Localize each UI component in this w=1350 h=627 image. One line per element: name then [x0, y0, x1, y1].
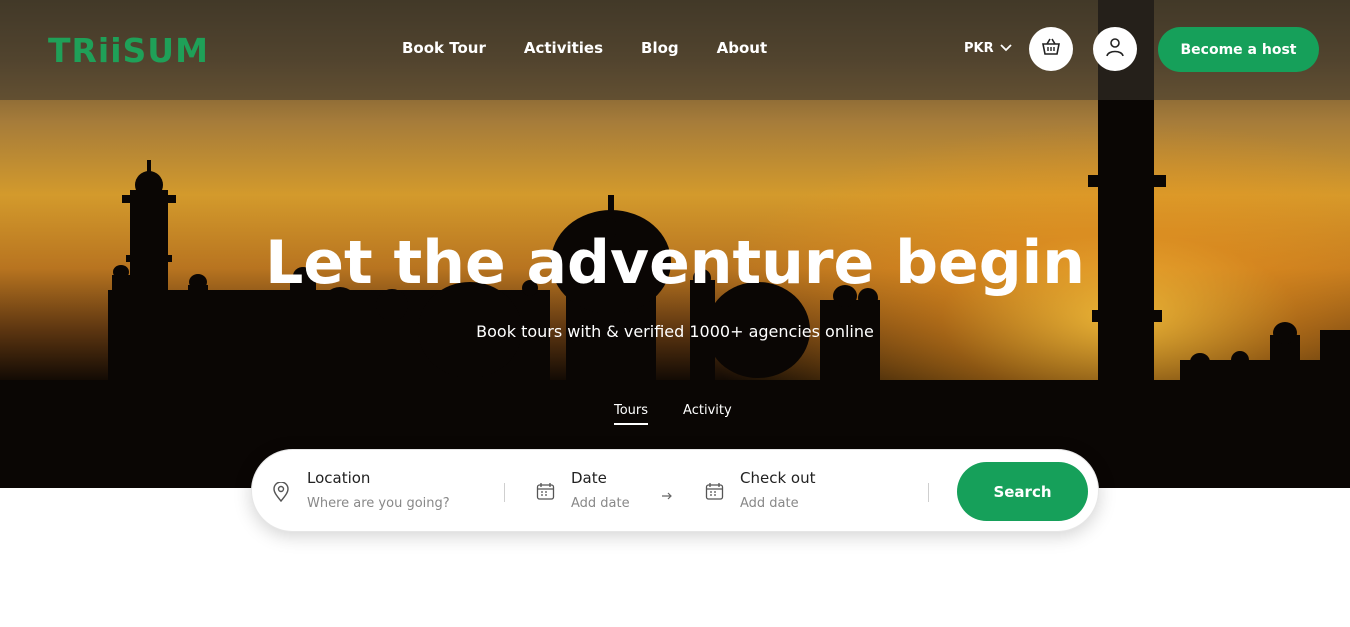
field-divider [504, 483, 505, 502]
search-bar: Location Where are you going? Date Add d… [251, 449, 1099, 532]
location-input[interactable]: Where are you going? [307, 496, 450, 511]
nav-link-about[interactable]: About [717, 39, 768, 57]
become-host-button[interactable]: Become a host [1158, 27, 1319, 72]
brand-logo[interactable]: TRiiSUM [48, 31, 209, 70]
currency-selector[interactable]: PKR [964, 41, 1012, 56]
checkout-label: Check out [740, 469, 816, 487]
hero-subline: Book tours with & verified 1000+ agencie… [476, 322, 874, 341]
currency-label: PKR [964, 41, 994, 56]
cart-button[interactable] [1029, 27, 1073, 71]
basket-icon [1040, 36, 1062, 62]
tab-tours[interactable]: Tours [614, 403, 649, 425]
user-icon [1104, 36, 1126, 62]
checkout-input[interactable]: Add date [740, 496, 799, 511]
nav-link-blog[interactable]: Blog [641, 39, 679, 57]
date-input[interactable]: Add date [571, 496, 630, 511]
search-tabs: Tours Activity [614, 403, 732, 425]
nav-link-activities[interactable]: Activities [524, 39, 603, 57]
arrow-right-icon [661, 486, 673, 505]
location-pin-icon [272, 481, 290, 506]
calendar-icon [536, 482, 555, 505]
search-button[interactable]: Search [957, 462, 1088, 521]
chevron-down-icon [999, 41, 1012, 56]
date-label: Date [571, 469, 607, 487]
calendar-checkout-icon [705, 482, 724, 505]
location-label: Location [307, 469, 371, 487]
account-button[interactable] [1093, 27, 1137, 71]
top-navbar: TRiiSUM Book Tour Activities Blog About … [0, 0, 1350, 100]
nav-link-book-tour[interactable]: Book Tour [402, 39, 486, 57]
field-divider [928, 483, 929, 502]
tab-activity[interactable]: Activity [683, 403, 732, 425]
main-nav: Book Tour Activities Blog About [402, 39, 767, 57]
hero-headline: Let the adventure begin [265, 228, 1085, 298]
